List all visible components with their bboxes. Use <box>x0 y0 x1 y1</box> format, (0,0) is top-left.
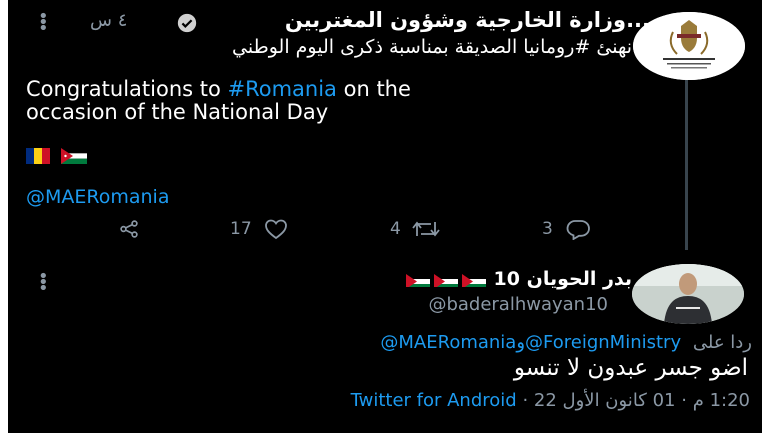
thread-connector-line <box>685 80 688 250</box>
like-button[interactable]: 17 <box>230 218 288 240</box>
jordan-flag-icon <box>433 272 458 287</box>
more-options-icon[interactable]: • • • <box>38 8 49 38</box>
verified-badge-icon <box>177 13 197 33</box>
retweet-icon <box>412 221 440 237</box>
reply-text: اضو جسر عبدون لا تنسو <box>513 355 748 381</box>
flags-row <box>26 145 88 164</box>
reply-time: 1:20 م <box>692 390 750 411</box>
share-button[interactable] <box>118 218 140 240</box>
reply-replying-to: @MAERomaniaو@ForeignMinistry ردا على <box>380 332 752 353</box>
reply-source-link[interactable]: Twitter for Android <box>351 390 517 411</box>
tweet-english-line2: occasion of the National Day <box>26 100 329 124</box>
share-icon <box>120 220 138 238</box>
english-text-suffix: on the <box>336 77 411 101</box>
retweet-count: 4 <box>390 219 401 239</box>
tweet-timestamp: ٤ س <box>90 10 128 31</box>
reply-mention-foreignministry-link[interactable]: @ForeignMinistry <box>525 332 681 353</box>
retweet-button[interactable]: 4 <box>390 218 441 240</box>
reply-and-connector: و <box>516 332 526 353</box>
meta-separator: · <box>522 390 534 411</box>
reply-handle[interactable]: @baderalhwayan10 <box>428 294 608 315</box>
reply-display-name-text: بدر الحويان 10 <box>493 268 632 290</box>
meta-separator: · <box>681 390 693 411</box>
reply-meta: Twitter for Android · 01 كانون الأول 22 … <box>351 390 750 411</box>
jordan-flag-icon <box>61 147 88 164</box>
like-count: 17 <box>230 219 252 239</box>
reply-icon <box>566 220 590 240</box>
tweet-thread-screen: • • • ٤ س ...وزارة الخارجية وشؤون المغتربي… <box>8 0 762 433</box>
reply-count: 3 <box>542 219 553 239</box>
jordan-flag-icon <box>405 272 430 287</box>
reply-mention-maeromania-link[interactable]: @MAERomania <box>380 332 516 353</box>
romania-flag-icon <box>26 147 50 164</box>
like-icon <box>264 219 287 240</box>
reply-avatar[interactable] <box>632 264 744 324</box>
hashtag-romania-link[interactable]: #Romania <box>228 77 337 101</box>
english-text-prefix: Congratulations to <box>26 77 228 101</box>
jordan-flag-icon <box>461 272 486 287</box>
author-avatar[interactable] <box>633 12 745 80</box>
reply-button[interactable]: 3 <box>542 218 591 240</box>
tweet-english-line1: Congratulations to #Romania on the <box>26 77 411 101</box>
replying-prefix: ردا على <box>692 332 752 353</box>
mention-maeromania-link[interactable]: @MAERomania <box>26 186 169 208</box>
reply-display-name[interactable]: بدر الحويان 10 <box>405 268 632 290</box>
tweet-arabic-text: نهنئ #رومانيا الصديقة بمناسبة ذكرى اليوم… <box>232 36 632 58</box>
reply-more-options-icon[interactable]: • • • <box>38 268 49 298</box>
reply-date: 01 كانون الأول 22 <box>533 390 676 411</box>
tweet-author-name[interactable]: ...وزارة الخارجية وشؤون المغتربين <box>285 8 650 32</box>
